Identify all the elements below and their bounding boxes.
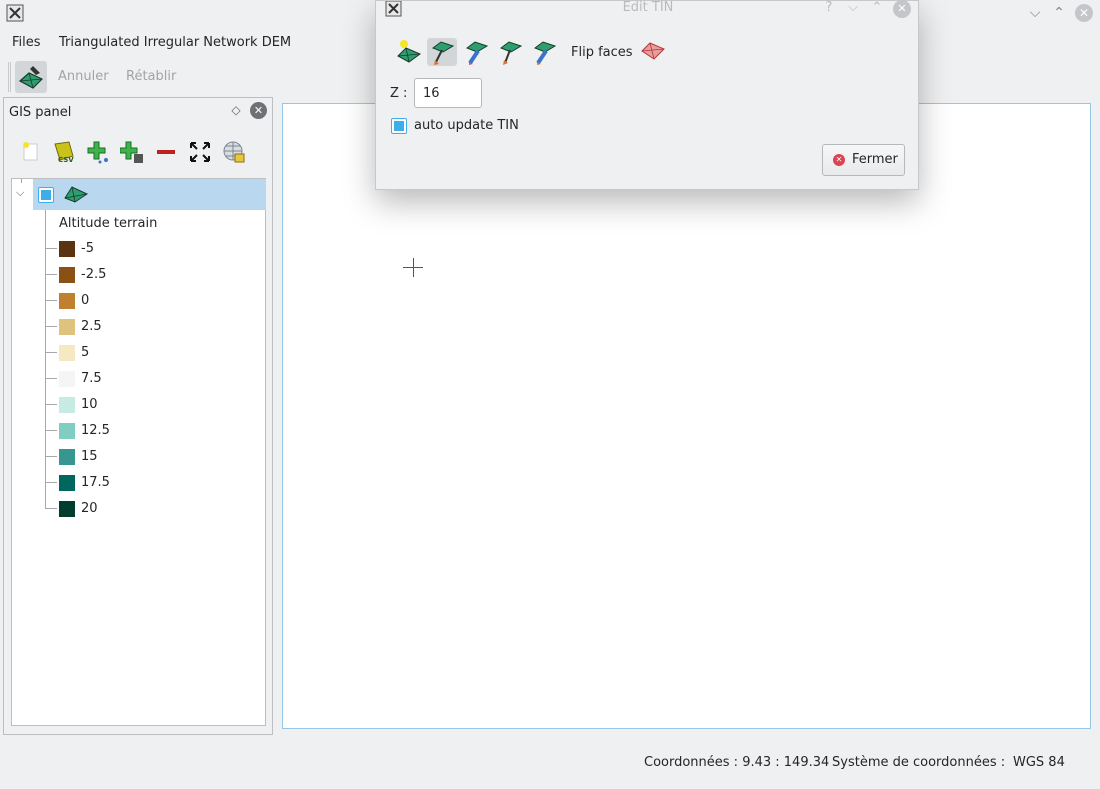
undo-button[interactable]: Annuler xyxy=(58,69,109,84)
legend-label: 7.5 xyxy=(81,371,102,386)
legend-label: 0 xyxy=(81,293,90,308)
redo-button[interactable]: Rétablir xyxy=(126,69,176,84)
tree-line xyxy=(21,179,22,183)
web-map-icon[interactable] xyxy=(222,140,246,164)
dialog-app-icon xyxy=(385,0,402,17)
flip-faces-icon[interactable] xyxy=(638,39,668,67)
auto-update-checkbox[interactable] xyxy=(391,118,407,134)
dialog-title: Edit TIN xyxy=(622,0,674,15)
add-vertex-icon[interactable] xyxy=(394,38,424,66)
tin-layer-icon xyxy=(63,184,89,204)
auto-update-label[interactable]: auto update TIN xyxy=(414,118,519,133)
close-button[interactable]: ✕ Fermer xyxy=(822,144,905,176)
remove-layer-icon[interactable] xyxy=(154,140,178,164)
app-icon xyxy=(6,4,24,22)
legend-swatch xyxy=(59,475,75,491)
maximize-icon[interactable]: ⌃ xyxy=(1051,6,1067,20)
legend-item: 0 xyxy=(45,292,185,310)
legend-label: -5 xyxy=(81,241,94,256)
legend-label: 5 xyxy=(81,345,90,360)
split-edge-icon[interactable] xyxy=(529,38,559,66)
legend-label: 2.5 xyxy=(81,319,102,334)
edit-tin-icon xyxy=(18,66,44,89)
new-layer-icon[interactable] xyxy=(18,140,42,164)
gis-panel-title: GIS panel xyxy=(9,105,72,120)
menu-tin-dem[interactable]: Triangulated Irregular Network DEM xyxy=(59,35,291,53)
edit-tin-button[interactable] xyxy=(15,61,47,93)
menu-files[interactable]: Files xyxy=(12,35,41,53)
legend-item: -2.5 xyxy=(45,266,185,284)
coordinates-readout: Coordonnées : 9.43 : 149.34 xyxy=(644,755,830,770)
toolbar-grip[interactable] xyxy=(8,62,11,92)
crs-label: Système de coordonnées : xyxy=(832,755,1006,770)
move-vertex-icon[interactable] xyxy=(427,38,457,66)
close-panel-icon[interactable]: ✕ xyxy=(250,102,267,119)
delete-vertex-icon[interactable] xyxy=(461,38,491,66)
float-panel-icon[interactable]: ◇ xyxy=(229,103,243,117)
minimize-icon[interactable]: ⌵ xyxy=(846,0,860,15)
flip-faces-button[interactable]: Flip faces xyxy=(571,45,633,60)
legend-label: 10 xyxy=(81,397,98,412)
help-icon[interactable]: ? xyxy=(822,0,836,15)
legend-item: 7.5 xyxy=(45,370,185,388)
chevron-down-icon[interactable]: ⌵ xyxy=(16,186,28,199)
z-label: Z : xyxy=(390,86,408,101)
add-raster-layer-icon[interactable] xyxy=(119,140,144,164)
z-input[interactable] xyxy=(414,78,482,108)
legend-item: 15 xyxy=(45,448,185,466)
crs-value[interactable]: WGS 84 xyxy=(1013,755,1065,770)
legend-label: 17.5 xyxy=(81,475,110,490)
add-point-layer-icon[interactable] xyxy=(86,140,110,164)
window-close-icon[interactable]: ✕ xyxy=(1075,4,1093,22)
legend-label: 15 xyxy=(81,449,98,464)
legend-label: -2.5 xyxy=(81,267,107,282)
legend-label: 20 xyxy=(81,501,98,516)
add-edge-icon[interactable] xyxy=(495,38,525,66)
legend-item: 17.5 xyxy=(45,474,185,492)
zoom-extent-icon[interactable] xyxy=(188,140,212,164)
svg-text:CSV: CSV xyxy=(58,156,74,164)
map-canvas[interactable] xyxy=(282,103,1091,729)
legend-item: 2.5 xyxy=(45,318,185,336)
import-csv-icon[interactable]: CSV xyxy=(52,140,76,164)
layer-visibility-checkbox[interactable] xyxy=(38,187,54,203)
edit-tin-dialog: Edit TIN ? ⌵ ⌃ ✕ Flip faces Z : auto upd… xyxy=(375,0,919,190)
legend-item: 10 xyxy=(45,396,185,414)
legend-swatch xyxy=(59,241,75,257)
legend-item: 12.5 xyxy=(45,422,185,440)
maximize-icon[interactable]: ⌃ xyxy=(870,0,884,15)
close-button-label: Fermer xyxy=(852,152,898,167)
crosshair-cursor-icon xyxy=(413,258,414,277)
legend-item: 20 xyxy=(45,500,185,518)
legend-swatch xyxy=(59,267,75,283)
legend-swatch xyxy=(59,345,75,361)
legend-swatch xyxy=(59,423,75,439)
dialog-close-icon[interactable]: ✕ xyxy=(893,0,911,18)
legend-swatch xyxy=(59,449,75,465)
minimize-icon[interactable]: ⌵ xyxy=(1027,6,1043,20)
legend-swatch xyxy=(59,371,75,387)
legend-swatch xyxy=(59,319,75,335)
gis-panel: GIS panel ◇ ✕ CSV ⌵ Altitude terrain -5 … xyxy=(3,97,273,735)
legend-item: 5 xyxy=(45,344,185,362)
legend-label: 12.5 xyxy=(81,423,110,438)
close-icon: ✕ xyxy=(833,154,845,166)
legend-swatch xyxy=(59,397,75,413)
legend-title: Altitude terrain xyxy=(59,216,158,231)
layer-tree: ⌵ Altitude terrain -5 -2.5 0 2.5 5 7.5 1… xyxy=(11,178,266,726)
legend-swatch xyxy=(59,501,75,517)
legend-swatch xyxy=(59,293,75,309)
legend-item: -5 xyxy=(45,240,185,258)
